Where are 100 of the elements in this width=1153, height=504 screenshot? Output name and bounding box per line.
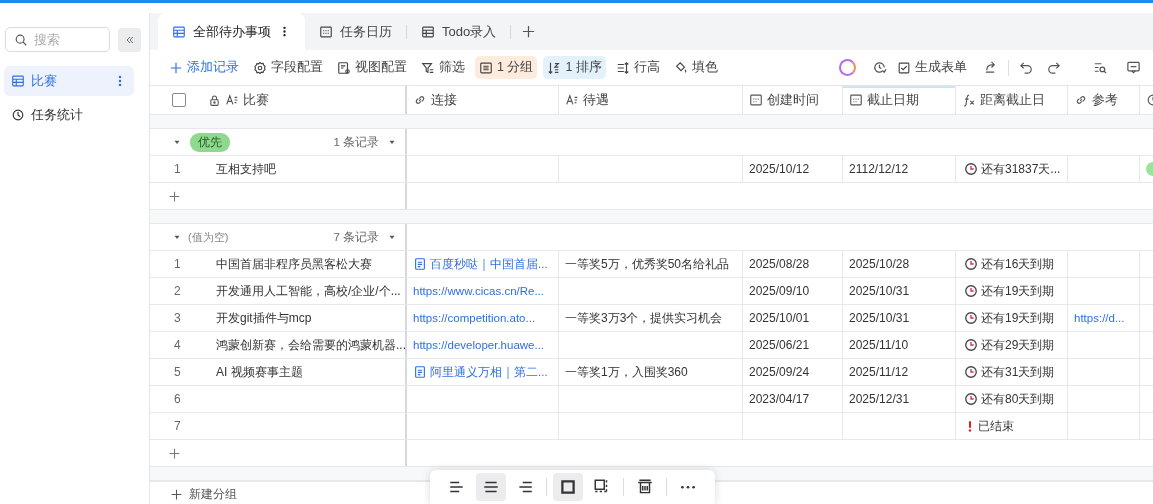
- table-cell: 2023/04/17: [743, 386, 843, 412]
- table-cell: 互相支持吧: [216, 160, 276, 178]
- toolbar-button[interactable]: 字段配置: [249, 56, 327, 79]
- plus-icon: [168, 189, 181, 203]
- search-input[interactable]: 搜索: [34, 32, 94, 47]
- countdown-text: 已结束: [978, 417, 1014, 435]
- filter-icon: [421, 60, 435, 75]
- clock-icon: [964, 338, 978, 352]
- group-tag: 优先: [190, 132, 230, 152]
- toolbar-button[interactable]: 添加记录: [165, 56, 243, 79]
- table-cell: 2025/09/10: [743, 278, 843, 304]
- row-number: 3: [174, 311, 182, 325]
- column-header[interactable]: 创建时间: [743, 86, 843, 114]
- toolbar-button[interactable]: 1 排序: [543, 56, 606, 79]
- document-icon: [413, 257, 427, 271]
- clock-icon: [964, 365, 978, 379]
- countdown-text: 还有19天到期: [981, 309, 1055, 327]
- plus-icon: [170, 487, 183, 501]
- table-cell: 2025/10/31: [843, 278, 956, 304]
- tab[interactable]: 全部待办事项: [158, 13, 305, 50]
- link[interactable]: https://competition.ato...: [413, 312, 536, 324]
- table-icon: [11, 74, 25, 88]
- clock-icon: [11, 108, 25, 122]
- column-header[interactable]: 距离截止日: [956, 86, 1068, 114]
- row-number: 1: [174, 257, 182, 271]
- column-header[interactable]: 参考: [1068, 86, 1140, 114]
- table-cell: 2025/11/10: [843, 332, 956, 358]
- delete-icon: [636, 478, 654, 496]
- table-cell: 2025/10/01: [743, 305, 843, 331]
- table-cell: 一等奖5万，优秀奖50名给礼品: [559, 251, 743, 277]
- tab[interactable]: 任务日历: [305, 13, 406, 50]
- calendar-icon: [319, 24, 333, 39]
- toolbar-button[interactable]: 填色: [669, 56, 722, 79]
- link[interactable]: 百度秒哒｜中国首届...: [413, 256, 548, 272]
- formula-icon: [962, 93, 976, 107]
- gear-icon: [253, 60, 267, 75]
- form-button[interactable]: 生成表单: [893, 56, 971, 79]
- search-icon: [14, 32, 28, 47]
- table-icon: [421, 24, 435, 39]
- tab[interactable]: Todo录入: [407, 13, 511, 50]
- assistant-icon[interactable]: [839, 59, 856, 76]
- add-record-button[interactable]: [168, 446, 181, 460]
- table-cell: 鸿蒙创新赛，会给需要的鸿蒙机器...: [216, 336, 405, 354]
- sidebar-item[interactable]: 任务统计: [4, 100, 134, 130]
- toolbar-button[interactable]: 筛选: [417, 56, 469, 79]
- table-cell: AI 视频赛事主题: [216, 363, 303, 381]
- new-group-button[interactable]: 新建分组: [170, 485, 237, 503]
- column-header[interactable]: 连接: [407, 86, 559, 114]
- record-count: 7 条记录: [333, 229, 379, 245]
- row-number: 6: [174, 392, 182, 406]
- share-icon: [983, 60, 998, 75]
- row-number: 5: [174, 365, 182, 379]
- table-icon: [172, 24, 186, 39]
- table-cell: 2025/08/28: [743, 251, 843, 277]
- link[interactable]: 阿里通义万相｜第二...: [413, 364, 548, 380]
- table-cell: 2025/10/31: [843, 305, 956, 331]
- list-icon: [479, 60, 493, 75]
- select-all-checkbox[interactable]: [172, 93, 186, 107]
- sidebar-item[interactable]: 比赛: [4, 66, 134, 96]
- lock-icon: [208, 93, 221, 107]
- plus-icon: [521, 24, 537, 39]
- toolbar-button[interactable]: 行高: [611, 56, 664, 79]
- plus-icon: [169, 60, 183, 75]
- plus-icon: [168, 446, 181, 460]
- link[interactable]: https://d...: [1074, 312, 1125, 324]
- link-icon: [1074, 93, 1088, 107]
- column-header[interactable]: 待遇: [559, 86, 743, 114]
- table-cell: 一等奖3万3个，提供实习机会: [559, 305, 743, 331]
- add-record-button[interactable]: [168, 189, 181, 203]
- table-cell: 一等奖1万，入围奖360: [559, 359, 743, 385]
- document-icon: [413, 365, 427, 379]
- calendar-icon: [749, 93, 763, 107]
- column-header[interactable]: 截止日期: [843, 86, 956, 114]
- view-settings-icon: [337, 60, 351, 75]
- toolbar-button[interactable]: 1 分组: [475, 56, 538, 79]
- clock-icon: [964, 162, 978, 176]
- countdown-text: 还有16天到期: [981, 255, 1055, 273]
- record-count: 1 条记录: [333, 134, 379, 150]
- link[interactable]: https://developer.huawe...: [413, 339, 545, 351]
- link-icon: [413, 93, 427, 107]
- sort-icon: [547, 60, 562, 75]
- countdown-text: 还有29天到期: [981, 336, 1055, 354]
- table-cell: 开发git插件与mcp: [216, 309, 312, 327]
- search-field[interactable]: 搜索: [5, 27, 111, 52]
- align-center-button[interactable]: [476, 473, 506, 501]
- toolbar-button[interactable]: 视图配置: [333, 56, 411, 79]
- row-number: 7: [174, 419, 182, 433]
- row-number: 4: [174, 338, 182, 352]
- text-field-icon: [225, 93, 239, 107]
- redo-icon: [1046, 60, 1061, 75]
- countdown-text: 还有31天到期: [981, 363, 1055, 381]
- table-cell: 2025/10/28: [843, 251, 956, 277]
- square-button[interactable]: [553, 473, 583, 501]
- table-cell: 中国首届非程序员黑客松大赛: [216, 255, 372, 273]
- paint-bucket-icon: [673, 60, 688, 75]
- row-height-icon: [615, 60, 630, 75]
- comment-icon: [1126, 60, 1141, 75]
- table-cell: 2112/12/12: [843, 156, 956, 182]
- table-cell: 2025/12/31: [843, 386, 956, 412]
- link[interactable]: https://www.cicas.cn/Re...: [413, 285, 544, 297]
